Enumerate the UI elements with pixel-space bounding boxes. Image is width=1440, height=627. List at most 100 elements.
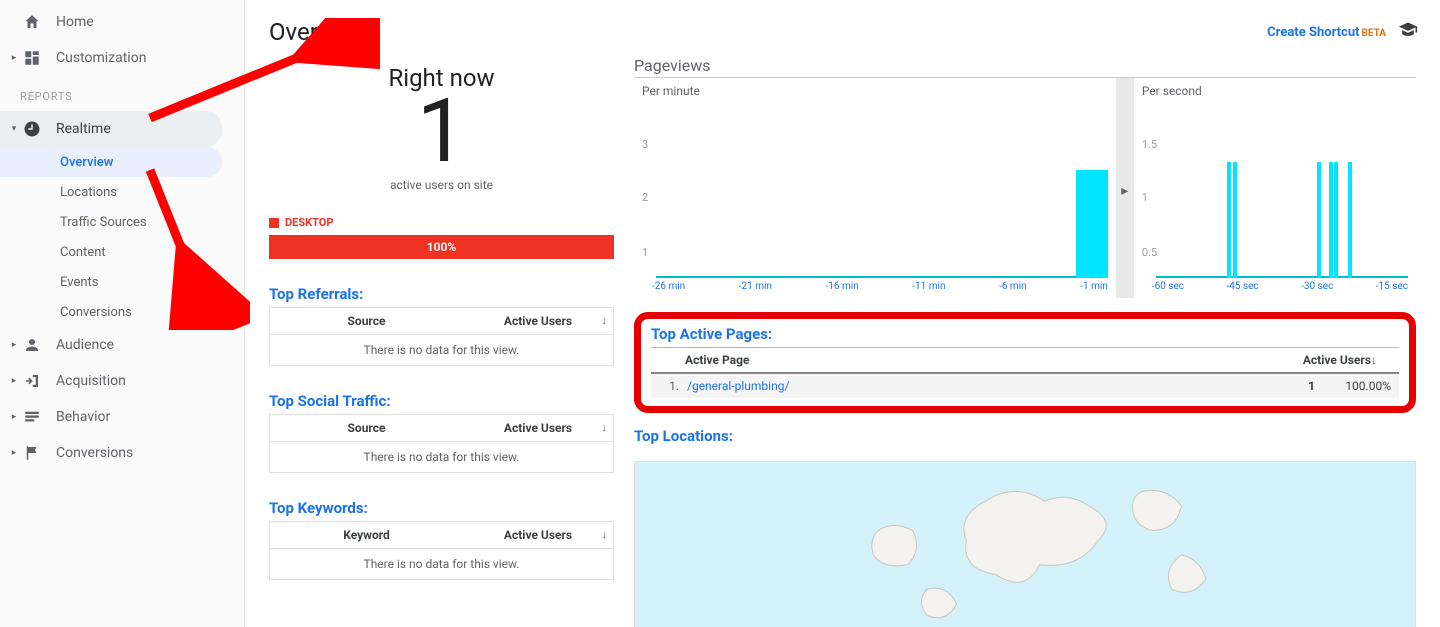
active-users-subtitle: active users on site xyxy=(269,178,614,192)
active-users-count: 1 xyxy=(269,88,614,176)
subnav-events[interactable]: Events xyxy=(0,267,244,297)
chevron-right-icon: ▸ xyxy=(10,341,18,349)
row-page-link[interactable]: /general-plumbing/ xyxy=(679,379,1275,393)
top-active-pages-table: Active Page Active Users↓ 1. /general-pl… xyxy=(651,347,1399,398)
dashboard-icon xyxy=(22,48,42,68)
chevron-down-icon: ▾ xyxy=(10,125,18,133)
top-referrals-title: Top Referrals: xyxy=(269,285,614,303)
sort-down-icon: ↓ xyxy=(602,528,608,541)
col-active-users[interactable]: Active Users↓ xyxy=(1285,353,1395,367)
col-active-page[interactable]: Active Page xyxy=(655,353,1285,367)
chart-per-minute: Per minute 3 2 1 -26 min -21 min -16 min… xyxy=(634,78,1116,298)
left-column: Right now 1 active users on site DESKTOP… xyxy=(269,56,614,627)
subnav-overview[interactable]: Overview xyxy=(0,147,222,177)
caret-icon xyxy=(10,18,18,26)
nav-realtime[interactable]: ▾ Realtime xyxy=(0,111,222,147)
subnav-conversions[interactable]: Conversions xyxy=(0,297,244,327)
beta-badge: BETA xyxy=(1362,28,1387,39)
sec-bar xyxy=(1233,162,1237,278)
nav-customization[interactable]: ▸ Customization xyxy=(0,40,244,76)
reports-heading: REPORTS xyxy=(0,76,244,111)
clock-icon xyxy=(22,119,42,139)
sort-down-icon: ↓ xyxy=(1371,353,1377,367)
subnav-traffic-sources[interactable]: Traffic Sources xyxy=(0,207,244,237)
chevron-right-icon: ▸ xyxy=(10,377,18,385)
col-active-users[interactable]: Active Users↓ xyxy=(463,308,613,334)
right-now-card: Right now 1 active users on site DESKTOP… xyxy=(269,56,614,259)
home-icon xyxy=(22,12,42,32)
acquisition-icon xyxy=(22,371,42,391)
nav-realtime-label: Realtime xyxy=(56,121,111,137)
device-bar: 100% xyxy=(269,235,614,259)
col-keyword[interactable]: Keyword xyxy=(270,522,463,548)
chart-per-second: Per second 1.5 1 0.5 -60 sec -45 xyxy=(1134,78,1416,298)
top-active-pages-highlight: Top Active Pages: Active Page Active Use… xyxy=(634,312,1416,413)
col-source[interactable]: Source xyxy=(270,308,463,334)
sec-bar xyxy=(1348,162,1352,278)
nav-acquisition-label: Acquisition xyxy=(56,373,126,389)
nav-customization-label: Customization xyxy=(56,50,146,66)
pageviews-title: Pageviews xyxy=(634,56,1416,75)
per-second-label: Per second xyxy=(1142,84,1408,98)
nav-home[interactable]: Home xyxy=(0,4,244,40)
table-row[interactable]: 1. /general-plumbing/ 1 100.00% xyxy=(651,374,1399,398)
device-swatch xyxy=(269,218,279,228)
top-social-title: Top Social Traffic: xyxy=(269,392,614,410)
device-label: DESKTOP xyxy=(285,216,333,229)
right-column: Pageviews Per minute 3 2 1 -26 min -21 m… xyxy=(634,56,1416,627)
minute-baseline xyxy=(656,276,1108,278)
minute-bar xyxy=(1076,170,1108,278)
sort-down-icon: ↓ xyxy=(602,314,608,327)
sec-bar xyxy=(1227,162,1231,278)
device-legend: DESKTOP xyxy=(269,216,614,229)
per-minute-label: Per minute xyxy=(642,84,1108,98)
nav-audience-label: Audience xyxy=(56,337,114,353)
chevron-right-icon: ▸ xyxy=(10,54,18,62)
sidebar: Home ▸ Customization REPORTS ▾ Realtime … xyxy=(0,0,245,627)
nav-behavior[interactable]: ▸ Behavior xyxy=(0,399,244,435)
no-data-message: There is no data for this view. xyxy=(270,442,613,472)
top-referrals-table: Source Active Users↓ There is no data fo… xyxy=(269,307,614,366)
main-content: Overview Create ShortcutBETA Right now 1… xyxy=(245,0,1440,627)
col-source[interactable]: Source xyxy=(270,415,463,441)
top-active-pages-title: Top Active Pages: xyxy=(651,325,1399,343)
nav-conversions-label: Conversions xyxy=(56,445,133,461)
sec-bar xyxy=(1317,162,1321,278)
top-keywords-table: Keyword Active Users↓ There is no data f… xyxy=(269,521,614,580)
top-locations-title: Top Locations: xyxy=(634,427,1416,445)
no-data-message: There is no data for this view. xyxy=(270,549,613,579)
nav-audience[interactable]: ▸ Audience xyxy=(0,327,244,363)
top-keywords-title: Top Keywords: xyxy=(269,499,614,517)
col-active-users[interactable]: Active Users↓ xyxy=(463,522,613,548)
nav-conversions[interactable]: ▸ Conversions xyxy=(0,435,244,471)
nav-home-label: Home xyxy=(56,14,94,30)
chevron-right-icon: ▸ xyxy=(10,449,18,457)
top-social-table: Source Active Users↓ There is no data fo… xyxy=(269,414,614,473)
second-baseline xyxy=(1156,276,1408,278)
second-x-axis: -60 sec -45 sec -30 sec -15 sec xyxy=(1152,281,1408,292)
flag-icon xyxy=(22,443,42,463)
create-shortcut-link[interactable]: Create ShortcutBETA xyxy=(1267,25,1386,40)
person-icon xyxy=(22,335,42,355)
row-users: 1 xyxy=(1275,379,1315,393)
sec-bar xyxy=(1334,162,1338,278)
grad-cap-icon[interactable] xyxy=(1398,20,1418,44)
minute-x-axis: -26 min -21 min -16 min -11 min -6 min -… xyxy=(652,281,1108,292)
nav-acquisition[interactable]: ▸ Acquisition xyxy=(0,363,244,399)
row-percent: 100.00% xyxy=(1315,379,1395,393)
subnav-content[interactable]: Content xyxy=(0,237,244,267)
sec-bar xyxy=(1329,162,1333,278)
subnav-locations[interactable]: Locations xyxy=(0,177,244,207)
page-title: Overview xyxy=(269,18,1416,46)
chart-divider[interactable]: ▸ xyxy=(1116,78,1134,298)
pageviews-charts: Per minute 3 2 1 -26 min -21 min -16 min… xyxy=(634,77,1416,298)
behavior-icon xyxy=(22,407,42,427)
chevron-right-icon: ▸ xyxy=(10,413,18,421)
shortcut-bar: Create ShortcutBETA xyxy=(1267,20,1418,44)
top-locations-map[interactable] xyxy=(634,461,1416,627)
no-data-message: There is no data for this view. xyxy=(270,335,613,365)
nav-behavior-label: Behavior xyxy=(56,409,110,425)
sort-down-icon: ↓ xyxy=(602,421,608,434)
col-active-users[interactable]: Active Users↓ xyxy=(463,415,613,441)
row-index: 1. xyxy=(655,379,679,393)
